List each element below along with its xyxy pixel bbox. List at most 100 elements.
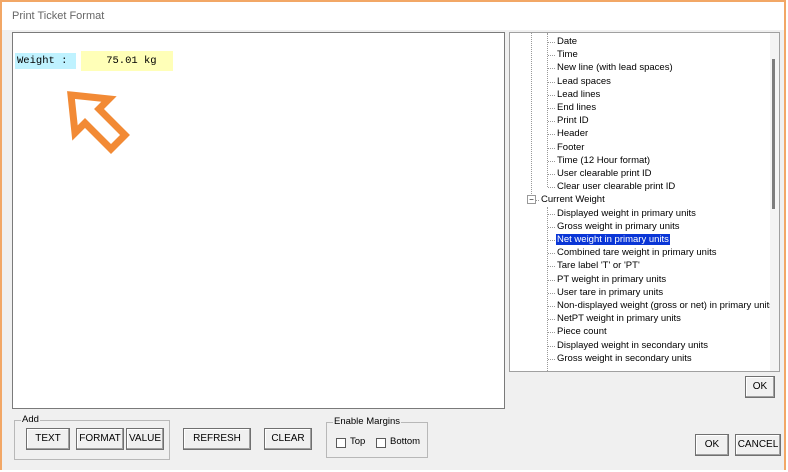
ticket-preview-canvas[interactable]: Weight : 75.01 kg	[12, 32, 505, 409]
title-bar: Print Ticket Format	[2, 2, 784, 30]
tree-item-label: PT weight in primary units	[557, 273, 667, 285]
tree-connector	[548, 240, 555, 241]
tree-item[interactable]: End lines	[556, 101, 597, 114]
print-ticket-format-window: Print Ticket Format Weight : 75.01 kg Da…	[0, 0, 786, 470]
tree-item[interactable]: User clearable print ID	[556, 167, 653, 180]
tree-guide-line	[547, 206, 548, 371]
tree-connector	[548, 94, 555, 96]
tree-connector	[548, 55, 555, 57]
field-tree[interactable]: Date Time New line (with lead spaces) Lead …	[509, 32, 780, 372]
tree-scrollbar[interactable]	[770, 33, 779, 371]
ticket-weight-value[interactable]: 75.01 kg	[81, 51, 173, 71]
tree-item[interactable]: New line (with lead spaces)	[556, 61, 674, 74]
tree-connector	[548, 279, 555, 281]
tree-connector	[548, 306, 555, 307]
tree-item-label: Displayed weight in primary units	[557, 207, 696, 219]
tree-item-label: New line (with lead spaces)	[557, 62, 673, 74]
tree-item-label: User tare in primary units	[557, 286, 664, 298]
enable-margins-label: Enable Margins	[333, 416, 402, 427]
tree-connector	[548, 345, 555, 347]
tree-item[interactable]: Non-displayed weight (gross or net) in p…	[556, 299, 775, 312]
tree-item-label: End lines	[557, 102, 597, 113]
refresh-button[interactable]: REFRESH	[183, 428, 251, 450]
margin-top-checkbox[interactable]	[336, 438, 346, 448]
scrollbar-thumb[interactable]	[772, 59, 775, 209]
tree-item[interactable]: Piece count	[556, 325, 608, 338]
tree-connector	[548, 174, 555, 175]
tree-connector	[548, 213, 555, 215]
tree-item-label: Current Weight	[541, 194, 605, 206]
tree-item[interactable]: Print ID	[556, 114, 590, 127]
tree-item-label: User clearable print ID	[557, 168, 652, 179]
tree-item-label: Footer	[557, 141, 585, 153]
tree-item-label: Gross weight in primary units	[557, 220, 680, 232]
margin-bottom-checkbox[interactable]	[376, 438, 386, 448]
tree-item[interactable]: Time	[556, 48, 579, 61]
clear-button[interactable]: CLEAR	[264, 428, 312, 450]
margin-bottom-label: Bottom	[390, 436, 421, 447]
tree-connector	[548, 147, 555, 149]
tree-group-node[interactable]: Current Weight	[540, 193, 606, 206]
arrow-annotation-icon	[67, 91, 130, 154]
tree-connector	[548, 292, 555, 294]
tree-item-label: Displayed weight in secondary units	[557, 339, 709, 351]
tree-connector	[548, 187, 555, 189]
tree-item[interactable]: Time (12 Hour format)	[556, 154, 651, 167]
tree-item-label: Combined tare weight in primary units	[557, 247, 717, 259]
tree-item[interactable]: Tare label 'T' or 'PT'	[556, 259, 641, 272]
tree-item[interactable]: Clear user clearable print ID	[556, 180, 676, 193]
add-text-button[interactable]: TEXT	[26, 428, 70, 450]
tree-connector	[548, 68, 555, 70]
window-title: Print Ticket Format	[12, 10, 105, 22]
tree-item-label: Clear user clearable print ID	[557, 181, 676, 193]
tree-item-label: Non-displayed weight (gross or net) in p…	[557, 300, 775, 311]
add-group-label: Add	[21, 414, 40, 425]
tree-item[interactable]: Header	[556, 127, 589, 140]
ok-button[interactable]: OK	[695, 434, 729, 456]
tree-item-label: Gross weight in secondary units	[557, 352, 692, 364]
add-value-button[interactable]: VALUE	[126, 428, 164, 450]
tree-item-label: Date	[557, 36, 578, 47]
tree-connector	[548, 253, 555, 255]
tree-item-label: Time (12 Hour format)	[557, 154, 651, 166]
tree-ok-button[interactable]: OK	[745, 376, 775, 398]
tree-item-label: Header	[557, 128, 589, 140]
cancel-button[interactable]: CANCEL	[735, 434, 781, 456]
tree-item[interactable]: Lead spaces	[556, 75, 612, 88]
tree-item-label: Time	[557, 49, 578, 61]
tree-connector	[548, 332, 555, 334]
tree-connector	[548, 121, 555, 123]
tree-connector	[548, 226, 555, 228]
tree-item[interactable]: User tare in primary units	[556, 286, 664, 299]
tree-item-label: Tare label 'T' or 'PT'	[557, 260, 640, 272]
tree-connector	[548, 42, 555, 43]
collapse-icon[interactable]: −	[527, 195, 536, 205]
tree-item-label: NetPT weight in primary units	[557, 313, 681, 325]
margin-top-label: Top	[350, 436, 366, 447]
tree-item-label: Piece count	[557, 326, 607, 338]
tree-connector	[548, 358, 555, 360]
tree-item[interactable]: Displayed weight in primary units	[556, 207, 697, 220]
tree-item[interactable]: Combined tare weight in primary units	[556, 246, 717, 259]
tree-item-label: Lead lines	[557, 88, 601, 100]
tree-item-label: Print ID	[557, 115, 589, 127]
tree-item[interactable]: PT weight in primary units	[556, 273, 667, 286]
tree-item[interactable]: Gross weight in secondary units	[556, 352, 693, 365]
tree-connector	[548, 134, 555, 136]
tree-item[interactable]: Footer	[556, 141, 585, 154]
tree-connector	[548, 81, 555, 83]
tree-connector	[548, 160, 555, 162]
tree-item-label: Lead spaces	[557, 75, 611, 87]
tree-connector	[548, 266, 555, 268]
tree-item[interactable]: Displayed weight in secondary units	[556, 339, 709, 352]
tree-connector	[548, 108, 555, 109]
ticket-weight-label[interactable]: Weight :	[15, 53, 76, 69]
add-format-button[interactable]: FORMAT	[76, 428, 124, 450]
tree-item[interactable]: NetPT weight in primary units	[556, 312, 682, 325]
tree-item[interactable]: Lead lines	[556, 88, 601, 101]
tree-item[interactable]: Gross weight in primary units	[556, 220, 680, 233]
tree-item[interactable]: Date	[556, 35, 578, 48]
tree-guide-line	[531, 33, 532, 197]
tree-item[interactable]: Net weight in primary units	[556, 233, 670, 246]
tree-item-label: Net weight in primary units	[556, 234, 670, 245]
